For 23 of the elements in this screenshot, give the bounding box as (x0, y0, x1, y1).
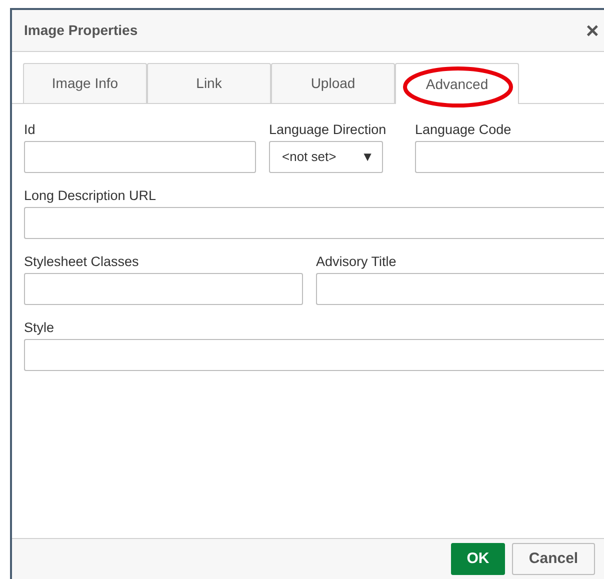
field-label: Advisory Title (316, 254, 398, 270)
ok-button[interactable]: OK (451, 543, 505, 575)
input-field[interactable] (24, 339, 604, 371)
close-button[interactable]: × (584, 20, 601, 42)
field-label: Stylesheet Classes (24, 254, 140, 270)
input-field[interactable] (415, 141, 604, 173)
field-label: Style (24, 320, 56, 336)
tab[interactable]: Link (147, 63, 271, 103)
dropdown-value: <not set> (282, 148, 336, 166)
field-label: Id (24, 122, 36, 138)
caret-icon: ▼ (361, 147, 374, 167)
cancel-button[interactable]: Cancel (512, 543, 595, 575)
input-field[interactable] (24, 207, 604, 239)
input-field[interactable] (24, 141, 256, 173)
tab[interactable]: Image Info (23, 63, 147, 103)
dialog-title: Image Properties (24, 21, 138, 40)
field-label: Language Code (415, 122, 512, 138)
input-field[interactable] (24, 273, 303, 305)
field-label: Long Description URL (24, 188, 158, 204)
tab[interactable]: Upload (271, 63, 395, 103)
dropdown[interactable]: <not set> ▼ (269, 141, 383, 173)
input-field[interactable] (316, 273, 604, 305)
field-label: Language Direction (269, 122, 383, 138)
